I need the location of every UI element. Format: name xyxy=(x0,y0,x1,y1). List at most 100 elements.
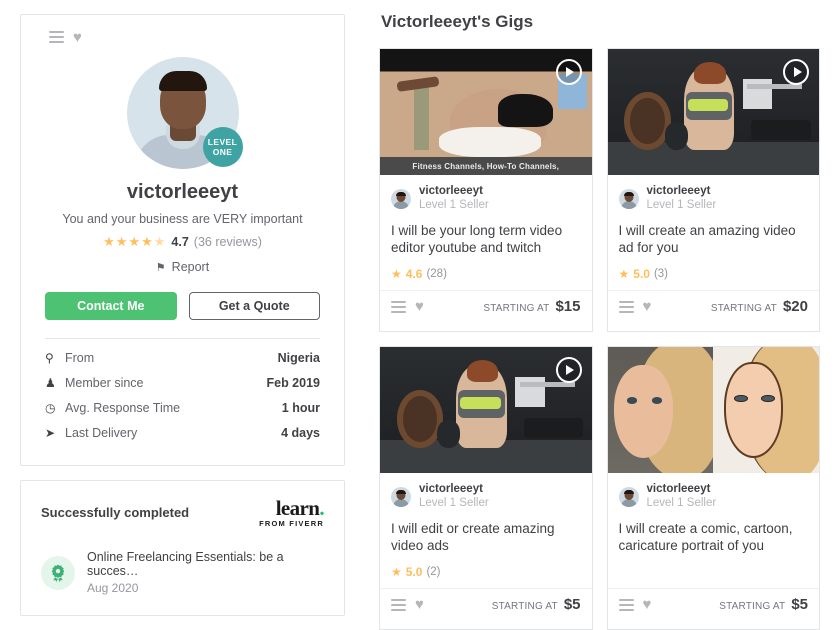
report-label: Report xyxy=(171,260,210,274)
seller-avatar xyxy=(618,188,639,209)
menu-icon[interactable] xyxy=(618,598,634,611)
gig-card[interactable]: victorleeeyt Level 1 Seller I will creat… xyxy=(606,48,820,332)
gig-price-block: STARTING AT $15 xyxy=(483,298,580,315)
course-item[interactable]: Online Freelancing Essentials: be a succ… xyxy=(41,550,324,595)
heart-icon[interactable]: ♥ xyxy=(415,597,424,612)
successfully-completed-card: Successfully completed learn. FROM FIVER… xyxy=(20,480,345,616)
heart-icon[interactable]: ♥ xyxy=(643,597,652,612)
stat-value: Nigeria xyxy=(277,350,320,365)
logo-dot: . xyxy=(319,496,324,520)
gig-card[interactable]: Fitness Channels, How-To Channels, victo… xyxy=(379,48,593,332)
course-date: Aug 2020 xyxy=(87,581,139,595)
seller-tagline: You and your business are VERY important xyxy=(62,212,303,226)
gigs-grid: Fitness Channels, How-To Channels, victo… xyxy=(379,48,820,630)
seller-name: victorleeeyt xyxy=(646,483,711,495)
stat-value: Feb 2019 xyxy=(266,375,320,390)
stat-label: Last Delivery xyxy=(65,425,138,440)
divider xyxy=(45,338,320,339)
play-icon[interactable] xyxy=(783,59,809,85)
gig-title[interactable]: I will create an amazing video ad for yo… xyxy=(619,222,809,256)
seller-username[interactable]: victorleeeyt xyxy=(45,181,320,204)
avatar-wrapper: LEVEL ONE xyxy=(126,57,243,169)
stat-row-last-delivery: ➤ Last Delivery 4 days xyxy=(45,420,320,445)
gig-title[interactable]: I will edit or create amazing video ads xyxy=(391,520,581,554)
review-count: (36 reviews) xyxy=(193,235,262,249)
contact-me-button[interactable]: Contact Me xyxy=(45,292,177,320)
heart-icon[interactable]: ♥ xyxy=(73,30,82,45)
gig-footer: ♥ STARTING AT $20 xyxy=(607,290,819,323)
flag-icon: ⚑ xyxy=(155,261,166,274)
get-a-quote-button[interactable]: Get a Quote xyxy=(188,292,320,320)
stat-label: Avg. Response Time xyxy=(65,400,181,415)
star-icons: ★★★★★ xyxy=(103,234,167,249)
gig-price-block: STARTING AT $5 xyxy=(492,596,581,613)
gig-rating-value: 5.0 xyxy=(633,266,650,281)
gig-thumbnail[interactable] xyxy=(607,49,819,175)
star-icon: ★ xyxy=(618,266,630,281)
menu-icon[interactable] xyxy=(618,300,634,313)
play-icon[interactable] xyxy=(555,357,582,383)
user-icon: ♟ xyxy=(45,375,56,390)
gigs-heading: Victorleeeyt's Gigs xyxy=(381,12,534,31)
gig-rating-value: 4.6 xyxy=(405,266,423,281)
gig-footer-icons: ♥ xyxy=(391,299,424,314)
gig-thumbnail[interactable] xyxy=(607,347,819,473)
seller-level: Level 1 Seller xyxy=(646,497,717,509)
level-badge: LEVEL ONE xyxy=(202,127,243,167)
seller-name: victorleeeyt xyxy=(646,185,711,197)
gig-title[interactable]: I will create a comic, cartoon, caricatu… xyxy=(619,520,809,554)
gig-body: victorleeeyt Level 1 Seller I will edit … xyxy=(380,473,592,629)
gig-thumbnail[interactable]: Fitness Channels, How-To Channels, xyxy=(380,49,592,175)
starting-at-label: STARTING AT xyxy=(491,601,558,612)
gig-rating-count: (3) xyxy=(653,267,669,280)
seller-level: Level 1 Seller xyxy=(419,497,489,509)
seller-avatar xyxy=(391,486,411,507)
seller-level: Level 1 Seller xyxy=(419,199,489,211)
gig-rating: ★ 5.0 (2) xyxy=(391,564,581,579)
gig-seller[interactable]: victorleeeyt Level 1 Seller xyxy=(391,185,581,212)
report-link[interactable]: ⚑ Report xyxy=(45,260,320,274)
gig-body: victorleeeyt Level 1 Seller I will creat… xyxy=(607,473,819,629)
stat-value: 4 days xyxy=(281,425,320,440)
profile-page: ♥ LEVEL ONE victorleeeyt You and your bu… xyxy=(0,0,840,630)
gig-footer: ♥ STARTING AT $15 xyxy=(380,290,592,323)
seller-avatar xyxy=(618,486,639,507)
menu-icon[interactable] xyxy=(391,300,406,313)
gig-price-block: STARTING AT $5 xyxy=(719,596,808,613)
logo-subtitle: FROM FIVERR xyxy=(259,519,324,528)
menu-icon[interactable] xyxy=(49,31,64,43)
gig-rating: ★ 5.0 (3) xyxy=(619,266,809,281)
gig-seller[interactable]: victorleeeyt Level 1 Seller xyxy=(391,483,581,510)
play-icon[interactable] xyxy=(555,59,582,85)
learn-from-fiverr-logo: learn. FROM FIVERR xyxy=(259,496,324,529)
completed-header: Successfully completed learn. FROM FIVER… xyxy=(41,496,325,529)
left-sidebar: ♥ LEVEL ONE victorleeeyt You and your bu… xyxy=(0,0,365,630)
heart-icon[interactable]: ♥ xyxy=(415,299,424,314)
gig-footer-icons: ♥ xyxy=(618,299,652,314)
gig-card[interactable]: victorleeeyt Level 1 Seller I will edit … xyxy=(379,346,593,630)
paper-plane-icon: ➤ xyxy=(45,425,56,440)
award-badge-icon xyxy=(41,555,75,590)
heart-icon[interactable]: ♥ xyxy=(643,299,652,314)
gig-footer: ♥ STARTING AT $5 xyxy=(607,588,819,621)
gig-thumbnail[interactable] xyxy=(380,347,592,473)
gig-seller[interactable]: victorleeeyt Level 1 Seller xyxy=(618,185,809,212)
gig-price: $20 xyxy=(782,298,808,315)
gig-price: $5 xyxy=(563,596,581,613)
gig-price: $5 xyxy=(791,596,808,613)
seller-name: victorleeeyt xyxy=(419,185,483,197)
gig-rating-value: 5.0 xyxy=(405,564,423,579)
gig-body: victorleeeyt Level 1 Seller I will creat… xyxy=(607,175,819,331)
card-action-icons: ♥ xyxy=(45,25,320,49)
location-pin-icon: ⚲ xyxy=(45,350,54,365)
seller-name: victorleeeyt xyxy=(419,483,483,495)
gig-card[interactable]: victorleeeyt Level 1 Seller I will creat… xyxy=(606,346,820,630)
seller-level: Level 1 Seller xyxy=(646,199,717,211)
gig-title[interactable]: I will be your long term video editor yo… xyxy=(391,222,581,256)
menu-icon[interactable] xyxy=(391,598,406,611)
gigs-section: Victorleeeyt's Gigs Fitness Channels, Ho… xyxy=(365,0,840,630)
gig-seller[interactable]: victorleeeyt Level 1 Seller xyxy=(618,483,809,510)
logo-word: learn xyxy=(275,496,320,520)
star-icon: ★ xyxy=(391,564,402,579)
gig-rating-count: (2) xyxy=(426,565,441,578)
